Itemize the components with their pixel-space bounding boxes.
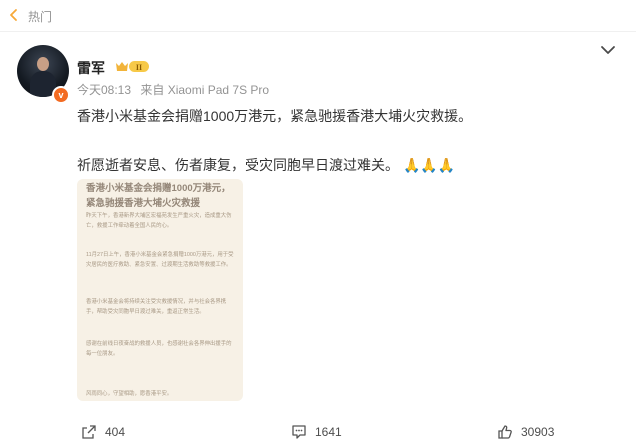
chevron-down-icon[interactable] <box>600 44 616 56</box>
section-label: 热门 <box>28 10 53 24</box>
post-meta: 今天08:13 来自 Xiaomi Pad 7S Pro <box>77 81 275 98</box>
comment-count: 1641 <box>315 425 342 439</box>
top-divider <box>0 31 636 32</box>
post-text-line1: 香港小米基金会捐赠1000万港元，紧急驰援香港大埔火灾救援。 <box>77 108 473 124</box>
back-arrow-icon[interactable] <box>7 8 21 22</box>
thumbs-up-icon <box>498 425 512 439</box>
post-time[interactable]: 今天08:13 <box>77 83 131 97</box>
repost-count: 404 <box>105 425 126 439</box>
post-text-line2-content: 祈愿逝者安息、伤者康复，受灾同胞早日渡过难关。 <box>77 157 399 173</box>
repost-icon <box>82 425 96 439</box>
doc-paragraph: 香港小米基金会将持续关注受灾救援情况，并与社会各界携手，帮助受灾同胞早日渡过难关… <box>86 299 227 315</box>
doc-paragraph: 风雨同心，守望相助，愿香港平安。 <box>86 391 173 397</box>
pray-emoji-icon: 🙏🙏🙏 <box>403 157 456 173</box>
top-bar: 热门 <box>0 0 636 32</box>
member-crown-badge-icon[interactable]: II <box>114 59 150 74</box>
comment-icon <box>292 425 306 439</box>
doc-paragraph: 11月27日上午，香港小米基金会紧急捐赠1000万港元，用于受灾居民的医疗救助、… <box>86 252 234 268</box>
verified-icon: v <box>52 86 70 104</box>
badge-level-text: II <box>136 63 142 72</box>
repost-button[interactable]: 404 <box>81 422 125 442</box>
avatar-head <box>37 57 49 71</box>
action-bar: 404 1641 30903 <box>0 418 636 446</box>
comment-button[interactable]: 1641 <box>291 422 342 442</box>
doc-title: 香港小米基金会捐赠1000万港元，紧急驰援香港大埔火灾救援 <box>86 183 231 209</box>
like-count: 30903 <box>521 425 555 439</box>
doc-paragraph: 感谢在前线日夜奋战的救援人员，也感谢社会各界伸出援手的每一位朋友。 <box>86 341 232 357</box>
author-name[interactable]: 雷军 <box>77 58 105 78</box>
post-text-line2: 祈愿逝者安息、伤者康复，受灾同胞早日渡过难关。 🙏🙏🙏 <box>77 155 455 175</box>
post-source: 来自 Xiaomi Pad 7S Pro <box>140 83 270 97</box>
attached-document-image[interactable]: 香港小米基金会捐赠1000万港元，紧急驰援香港大埔火灾救援 昨天下午，香港新界大… <box>77 179 243 401</box>
like-button[interactable]: 30903 <box>497 422 554 442</box>
doc-paragraph: 昨天下午，香港新界大埔区宏福苑发生严重火灾，造成重大伤亡，救援工作牵动着全国人民… <box>86 213 232 229</box>
